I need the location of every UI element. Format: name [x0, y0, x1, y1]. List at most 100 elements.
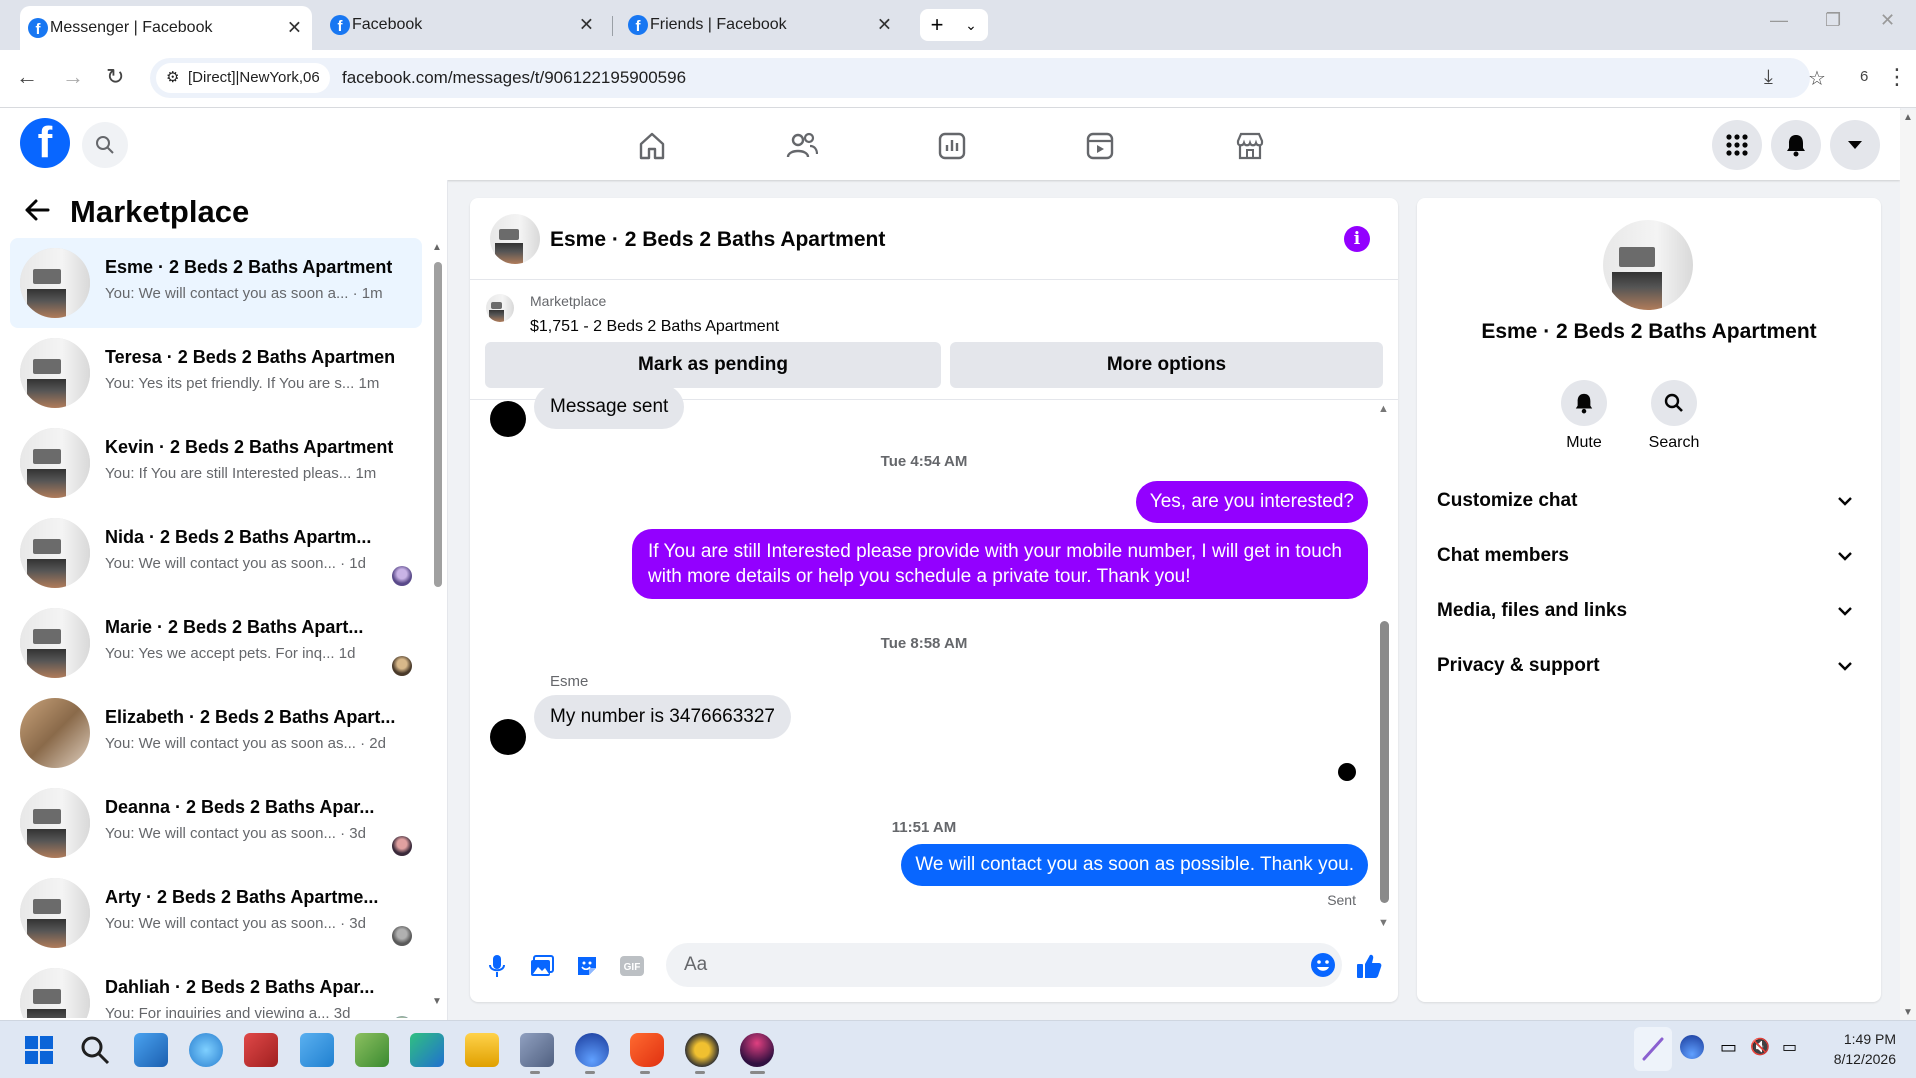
- back-arrow-icon[interactable]: ←: [16, 64, 38, 90]
- photos-app-icon[interactable]: [134, 1033, 168, 1067]
- display-icon[interactable]: ▭: [1720, 1037, 1737, 1058]
- privacy-support-section[interactable]: Privacy & support: [1437, 645, 1869, 687]
- conversation-item[interactable]: Kevin · 2 Beds 2 Baths Apartment You: If…: [10, 418, 422, 508]
- conversation-item[interactable]: Arty · 2 Beds 2 Baths Apartme... You: We…: [10, 868, 422, 958]
- extension-badge[interactable]: 6: [1860, 68, 1868, 85]
- facebook-search-button[interactable]: [82, 122, 128, 168]
- site-info-chip[interactable]: ⚙ [Direct]|NewYork,06: [156, 63, 330, 93]
- profile-browser-icon[interactable]: [740, 1033, 774, 1067]
- media-files-links-section[interactable]: Media, files and links: [1437, 590, 1869, 632]
- tab-search-chevron-icon[interactable]: ⌄: [954, 17, 988, 34]
- back-arrow-icon[interactable]: [24, 198, 50, 227]
- sticker-icon[interactable]: [572, 951, 602, 981]
- network-app-icon[interactable]: [520, 1033, 554, 1067]
- close-tab-icon[interactable]: ✕: [579, 15, 594, 36]
- scrollbar-thumb[interactable]: [1380, 621, 1389, 903]
- thread-scrollbar[interactable]: ▲ ▼: [1378, 401, 1390, 929]
- close-tab-icon[interactable]: ✕: [287, 18, 302, 39]
- running-indicator: [530, 1071, 540, 1074]
- conversation-item[interactable]: Dahliah · 2 Beds 2 Baths Apar... You: Fo…: [10, 958, 422, 1018]
- network-globe-icon[interactable]: [189, 1033, 223, 1067]
- listing-title[interactable]: $1,751 - 2 Beds 2 Baths Apartment: [530, 318, 779, 336]
- conversation-item[interactable]: Nida · 2 Beds 2 Baths Apartm... You: We …: [10, 508, 422, 598]
- bookmark-star-icon[interactable]: ☆: [1808, 66, 1826, 91]
- sidebar-scrollbar[interactable]: ▲ ▼: [432, 242, 442, 1007]
- video-icon[interactable]: [1080, 126, 1120, 166]
- message-input[interactable]: [666, 943, 1266, 987]
- url-text[interactable]: facebook.com/messages/t/906122195900596: [342, 58, 686, 98]
- home-icon[interactable]: [632, 126, 672, 166]
- emoji-icon[interactable]: [1310, 952, 1336, 983]
- conversation-item[interactable]: Deanna · 2 Beds 2 Baths Apar... You: We …: [10, 778, 422, 868]
- message-thread: Message sent Tue 4:54 AM Yes, are you in…: [470, 385, 1398, 929]
- new-tab-icon[interactable]: +: [920, 12, 954, 38]
- browser-menu-icon[interactable]: ⋮: [1886, 64, 1908, 90]
- marketplace-label: Marketplace: [530, 293, 607, 309]
- taskbar-search-icon[interactable]: [78, 1033, 112, 1067]
- avatar[interactable]: [490, 214, 540, 264]
- message-input-box[interactable]: [666, 943, 1342, 987]
- battery-icon[interactable]: ▭: [1782, 1037, 1797, 1057]
- forward-arrow-icon[interactable]: →: [62, 64, 84, 90]
- vpn-tray-icon[interactable]: [1680, 1035, 1704, 1059]
- minimize-icon[interactable]: —: [1770, 10, 1788, 31]
- conversation-item[interactable]: Esme · 2 Beds 2 Baths Apartment You: We …: [10, 238, 422, 328]
- conversation-item[interactable]: Marie · 2 Beds 2 Baths Apart... You: Yes…: [10, 598, 422, 688]
- mute-button[interactable]: Mute: [1539, 380, 1629, 452]
- tab-title: Friends | Facebook: [650, 16, 787, 33]
- facebook-logo-icon[interactable]: f: [20, 118, 70, 168]
- vpn-app-icon[interactable]: [575, 1033, 609, 1067]
- running-indicator: [755, 1071, 765, 1074]
- scroll-up-icon[interactable]: ▲: [1903, 112, 1913, 123]
- conversation-item[interactable]: Elizabeth · 2 Beds 2 Baths Apart... You:…: [10, 688, 422, 778]
- notifications-button[interactable]: [1771, 120, 1821, 170]
- more-options-button[interactable]: More options: [950, 342, 1383, 388]
- store-app-icon[interactable]: [410, 1033, 444, 1067]
- bell-icon: [1561, 380, 1607, 426]
- marketplace-icon[interactable]: [1230, 126, 1270, 166]
- customize-chat-section[interactable]: Customize chat: [1437, 480, 1869, 522]
- volume-muted-icon[interactable]: 🔇: [1750, 1037, 1770, 1057]
- file-explorer-icon[interactable]: [465, 1033, 499, 1067]
- scroll-down-icon[interactable]: ▼: [1378, 917, 1389, 929]
- chat-members-section[interactable]: Chat members: [1437, 535, 1869, 577]
- sender-name: Esme: [550, 673, 589, 690]
- tab-messenger[interactable]: f Messenger | Facebook ✕: [20, 6, 312, 50]
- close-window-icon[interactable]: ✕: [1880, 10, 1895, 31]
- photo-icon[interactable]: [527, 951, 557, 981]
- search-in-conversation-button[interactable]: Search: [1629, 380, 1719, 452]
- friends-icon[interactable]: [782, 126, 822, 166]
- reload-icon[interactable]: ↻: [106, 64, 124, 90]
- app-x-icon[interactable]: [685, 1033, 719, 1067]
- system-clock[interactable]: 1:49 PM 8/12/2026: [1834, 1029, 1896, 1069]
- install-app-icon[interactable]: ⤓: [1764, 66, 1773, 89]
- windows-start-icon[interactable]: [22, 1033, 56, 1067]
- remote-desktop-icon[interactable]: [300, 1033, 334, 1067]
- info-icon[interactable]: i: [1344, 226, 1370, 252]
- menu-grid-button[interactable]: [1712, 120, 1762, 170]
- thumbs-up-icon[interactable]: [1354, 951, 1384, 981]
- pen-menu-icon[interactable]: [1634, 1027, 1672, 1071]
- image-editor-icon[interactable]: [355, 1033, 389, 1067]
- tab-facebook[interactable]: f Facebook ✕: [322, 8, 604, 42]
- chat-title[interactable]: Esme · 2 Beds 2 Baths Apartment: [550, 228, 885, 252]
- gif-icon[interactable]: GIF: [617, 951, 647, 981]
- page-scrollbar[interactable]: ▲ ▼: [1900, 110, 1916, 1020]
- dashboard-icon[interactable]: [932, 126, 972, 166]
- omnibox[interactable]: ⚙ [Direct]|NewYork,06 facebook.com/messa…: [150, 58, 1826, 98]
- scroll-up-icon[interactable]: ▲: [1378, 403, 1389, 415]
- scroll-down-icon[interactable]: ▼: [432, 996, 442, 1007]
- conversation-sidebar: Marketplace Esme · 2 Beds 2 Baths Apartm…: [0, 180, 448, 1020]
- scroll-down-icon[interactable]: ▼: [1903, 1007, 1913, 1018]
- microphone-icon[interactable]: [482, 951, 512, 981]
- mark-as-pending-button[interactable]: Mark as pending: [485, 342, 941, 388]
- scroll-up-icon[interactable]: ▲: [432, 242, 442, 253]
- account-menu-button[interactable]: [1830, 120, 1880, 170]
- brave-browser-icon[interactable]: [630, 1033, 664, 1067]
- scrollbar-thumb[interactable]: [434, 262, 442, 587]
- tab-friends[interactable]: f Friends | Facebook ✕: [620, 8, 902, 42]
- close-tab-icon[interactable]: ✕: [877, 15, 892, 36]
- restore-icon[interactable]: ❐: [1825, 10, 1841, 31]
- conversation-item[interactable]: Teresa · 2 Beds 2 Baths Apartment You: Y…: [10, 328, 422, 418]
- snipping-tool-icon[interactable]: [244, 1033, 278, 1067]
